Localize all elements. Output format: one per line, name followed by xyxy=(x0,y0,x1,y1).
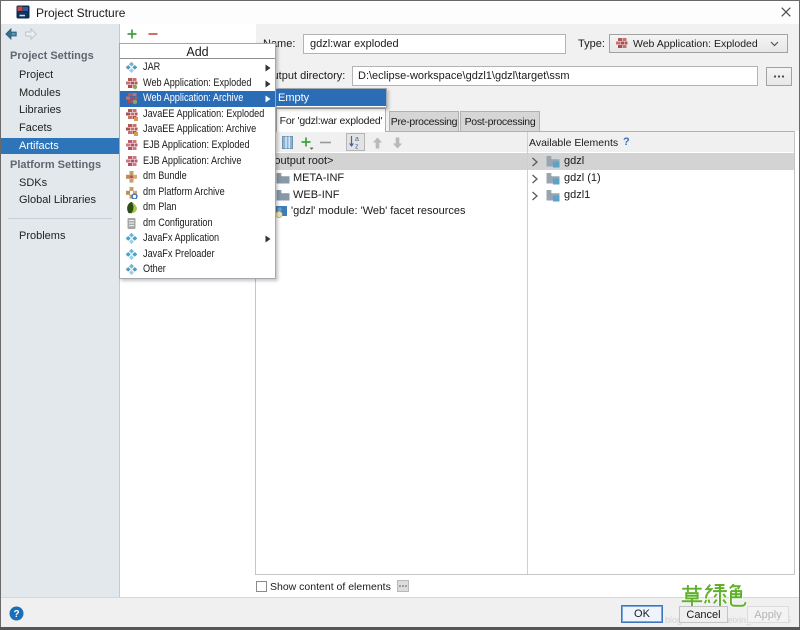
svg-text:a: a xyxy=(355,136,359,143)
svg-text:?: ? xyxy=(13,609,19,620)
svg-text:z: z xyxy=(355,144,359,150)
